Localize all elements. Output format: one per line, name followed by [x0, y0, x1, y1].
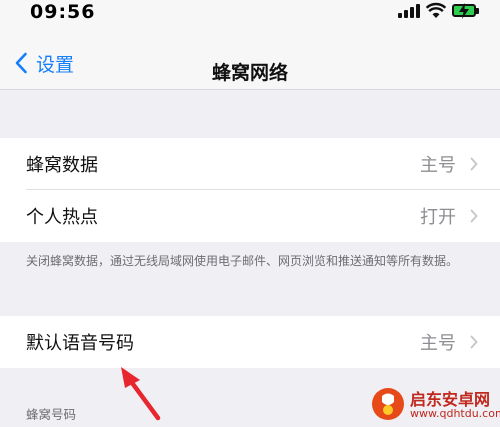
cellular-signal-icon: [398, 4, 420, 18]
battery-cap: [476, 8, 479, 14]
page-title: 蜂窝网络: [211, 62, 288, 84]
row-value: 主号: [420, 155, 456, 176]
row-personal-hotspot[interactable]: 个人热点 打开: [0, 190, 500, 242]
navigation-bar: 设置 蜂窝网络: [0, 36, 500, 90]
voice-number-group: 默认语音号码 主号: [0, 316, 500, 368]
row-value: 主号: [420, 333, 456, 354]
wifi-icon: [426, 2, 446, 18]
status-bar: 09:56: [0, 0, 500, 36]
watermark: 启东安卓网 www.qdhtdu.com: [366, 382, 500, 427]
annotation-arrow-icon: [121, 367, 161, 421]
charging-bolt-icon: [459, 3, 469, 19]
section-header-cellular-numbers: 蜂窝号码: [26, 407, 77, 422]
row-label: 默认语音号码: [26, 333, 134, 354]
chevron-right-icon: [470, 209, 478, 223]
row-cellular-data[interactable]: 蜂窝数据 主号: [0, 138, 500, 190]
row-default-voice-number[interactable]: 默认语音号码 主号: [0, 316, 500, 368]
row-label: 蜂窝数据: [26, 155, 98, 176]
cellular-data-footnote: 关闭蜂窝数据，通过无线局域网使用电子邮件、网页浏览和推送通知等所有数据。: [26, 254, 459, 268]
watermark-url: www.qdhtdu.com: [410, 407, 500, 420]
chevron-right-icon: [470, 335, 478, 349]
cellular-settings-group: 蜂窝数据 主号 个人热点 打开: [0, 138, 500, 242]
row-value: 打开: [420, 207, 456, 228]
status-time: 09:56: [30, 1, 96, 23]
row-label: 个人热点: [26, 207, 98, 228]
watermark-logo-icon: [372, 388, 404, 420]
chevron-right-icon: [470, 157, 478, 171]
